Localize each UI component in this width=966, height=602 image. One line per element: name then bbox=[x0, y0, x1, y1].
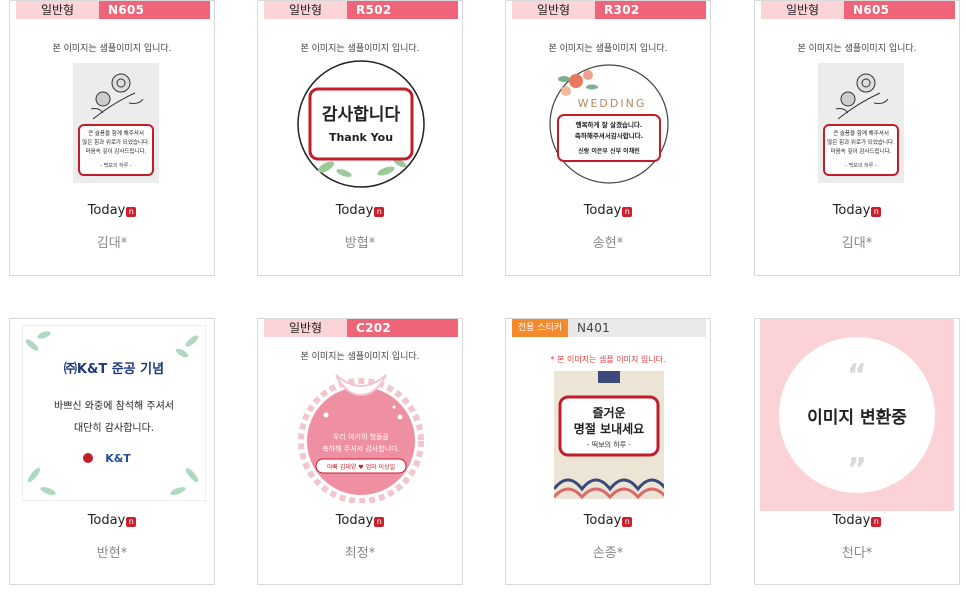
product-card[interactable]: ㈜K&T 준공 기념 바쁘신 와중에 참석해 주셔서 대단히 감사합니다. K&… bbox=[9, 318, 215, 585]
quote-open-icon: “ bbox=[847, 358, 867, 393]
art-subtitle: Thank You bbox=[329, 131, 393, 144]
product-image[interactable]: 큰 슬픔을 함께 해주셔서 많은 힘과 위로가 되었습니다. 마음속 깊이 감사… bbox=[73, 63, 159, 183]
art-title: ㈜K&T 준공 기념 bbox=[64, 361, 164, 377]
art-line: 많은 힘과 위로가 되었습니다. bbox=[82, 138, 150, 146]
new-badge: n bbox=[871, 207, 882, 217]
product-code-label: N605 bbox=[99, 1, 210, 19]
product-image[interactable]: WEDDING 행복하게 잘 살겠습니다. 축하해주셔서감사합니다. 신랑 이은… bbox=[548, 63, 670, 185]
today-label: Today n bbox=[10, 203, 214, 218]
new-badge: n bbox=[126, 207, 137, 217]
product-image[interactable]: “ 이미지 변환중 ” bbox=[760, 319, 954, 511]
today-label: Today n bbox=[258, 513, 462, 528]
customer-name: 최정* bbox=[344, 546, 376, 561]
today-label: Today n bbox=[755, 513, 959, 528]
product-header: 전용 스티커 N401 bbox=[512, 319, 706, 337]
product-image[interactable]: 즐거운 명절 보내세요 - 떡보의 하루 - bbox=[552, 371, 668, 500]
sample-note: 본 이미지는 샘플이미지 입니다. bbox=[548, 44, 668, 54]
product-code-label: N401 bbox=[568, 319, 706, 337]
art-line: 많은 힘과 위로가 되었습니다. bbox=[827, 138, 895, 146]
new-badge: n bbox=[622, 207, 633, 217]
art-title: 감사합니다 bbox=[322, 104, 401, 125]
product-header: 일반형 C202 bbox=[264, 319, 458, 337]
today-label: Today n bbox=[258, 203, 462, 218]
today-label: Today n bbox=[506, 513, 710, 528]
company-logo: K&T bbox=[105, 452, 131, 465]
product-type-label: 일반형 bbox=[512, 1, 595, 19]
new-badge: n bbox=[871, 517, 882, 527]
sample-note: * 본 이미지는 샘플 이미지 입니다. bbox=[550, 355, 666, 364]
product-type-label: 전용 스티커 bbox=[512, 319, 568, 337]
art-sign: - 백보의 하루 - bbox=[100, 162, 132, 169]
product-card[interactable]: 일반형 R502 본 이미지는 샘플이미지 입니다. 감사합니다 Thank Y… bbox=[257, 0, 463, 276]
art-sign: 아빠 김태양 ♥ 엄마 이상일 bbox=[327, 463, 395, 471]
product-type-label: 일반형 bbox=[264, 319, 347, 337]
product-header: 일반형 N605 bbox=[16, 1, 210, 19]
product-image[interactable]: 우리 아기의 첫돌을 축하해 주셔서 감사합니다. 아빠 김태양 ♥ 엄마 이상… bbox=[296, 367, 426, 504]
product-card[interactable]: 일반형 N605 본 이미지는 샘플이미지 입니다. 큰 슬픔을 함께 해주셔서… bbox=[9, 0, 215, 276]
today-label: Today n bbox=[506, 203, 710, 218]
product-card[interactable]: 일반형 R302 본 이미지는 샘플이미지 입니다. WEDDING 행복하게 … bbox=[505, 0, 711, 276]
product-image[interactable]: 감사합니다 Thank You bbox=[296, 59, 426, 189]
product-image[interactable]: ㈜K&T 준공 기념 바쁘신 와중에 참석해 주셔서 대단히 감사합니다. K&… bbox=[21, 324, 207, 502]
product-code-label: C202 bbox=[347, 319, 458, 337]
today-label: Today n bbox=[10, 513, 214, 528]
art-line: 축하해주셔서감사합니다. bbox=[575, 131, 643, 140]
product-code-label: R502 bbox=[347, 1, 458, 19]
art-line: 대단히 감사합니다. bbox=[74, 422, 154, 434]
product-code-label: N605 bbox=[844, 1, 955, 19]
quote-close-icon: ” bbox=[847, 452, 867, 487]
customer-name: 천다* bbox=[841, 546, 873, 561]
product-header: 일반형 R502 bbox=[264, 1, 458, 19]
product-type-label: 일반형 bbox=[761, 1, 844, 19]
art-line: 명절 보내세요 bbox=[574, 421, 644, 436]
art-line: 마음속 깊이 감사드립니다. bbox=[831, 147, 892, 155]
product-code-label: R302 bbox=[595, 1, 706, 19]
product-card[interactable]: 일반형 N605 본 이미지는 샘플이미지 입니다. 큰 슬픔을 함께 해주셔서… bbox=[754, 0, 960, 276]
product-card[interactable]: 일반형 C202 본 이미지는 샘플이미지 입니다. 우리 아기의 첫돌을 축하… bbox=[257, 318, 463, 585]
art-sign: 신랑 이은우 신부 이채린 bbox=[578, 147, 640, 155]
product-type-label: 일반형 bbox=[264, 1, 347, 19]
customer-name: 김대* bbox=[96, 236, 128, 251]
art-sign: - 백보의 하루 - bbox=[845, 162, 877, 169]
new-badge: n bbox=[374, 207, 385, 217]
customer-name: 손종* bbox=[592, 546, 624, 561]
sample-note: 본 이미지는 샘플이미지 입니다. bbox=[300, 352, 420, 362]
art-line: 우리 아기의 첫돌을 bbox=[333, 432, 390, 441]
art-line: 행복하게 잘 살겠습니다. bbox=[576, 120, 643, 129]
customer-name: 김대* bbox=[841, 236, 873, 251]
art-sign: - 떡보의 하루 - bbox=[587, 440, 631, 449]
product-image[interactable]: 큰 슬픔을 함께 해주셔서 많은 힘과 위로가 되었습니다. 마음속 깊이 감사… bbox=[818, 63, 904, 183]
art-line: 큰 슬픔을 함께 해주셔서 bbox=[88, 129, 144, 137]
sample-note: 본 이미지는 샘플이미지 입니다. bbox=[797, 44, 917, 54]
new-badge: n bbox=[126, 517, 137, 527]
art-line: 축하해 주셔서 감사합니다. bbox=[322, 444, 400, 453]
art-line: 즐거운 bbox=[592, 405, 625, 420]
new-badge: n bbox=[374, 517, 385, 527]
new-badge: n bbox=[622, 517, 633, 527]
today-label: Today n bbox=[755, 203, 959, 218]
product-grid: 일반형 N605 본 이미지는 샘플이미지 입니다. 큰 슬픔을 함께 해주셔서… bbox=[0, 0, 966, 602]
customer-name: 방협* bbox=[344, 236, 376, 251]
product-card[interactable]: “ 이미지 변환중 ” Today n 천다* bbox=[754, 318, 960, 585]
art-title: 이미지 변환중 bbox=[807, 408, 907, 428]
customer-name: 송현* bbox=[592, 236, 624, 251]
art-line: 마음속 깊이 감사드립니다. bbox=[86, 147, 147, 155]
art-title: WEDDING bbox=[578, 97, 647, 110]
art-line: 바쁘신 와중에 참석해 주셔서 bbox=[54, 399, 174, 412]
sample-note: 본 이미지는 샘플이미지 입니다. bbox=[300, 44, 420, 54]
sample-note: 본 이미지는 샘플이미지 입니다. bbox=[52, 44, 172, 54]
customer-name: 반현* bbox=[96, 546, 128, 561]
product-header: 일반형 R302 bbox=[512, 1, 706, 19]
art-line: 큰 슬픔을 함께 해주셔서 bbox=[833, 129, 889, 137]
product-type-label: 일반형 bbox=[16, 1, 99, 19]
product-card[interactable]: 전용 스티커 N401 * 본 이미지는 샘플 이미지 입니다. 즐거운 명절 … bbox=[505, 318, 711, 585]
product-header: 일반형 N605 bbox=[761, 1, 955, 19]
